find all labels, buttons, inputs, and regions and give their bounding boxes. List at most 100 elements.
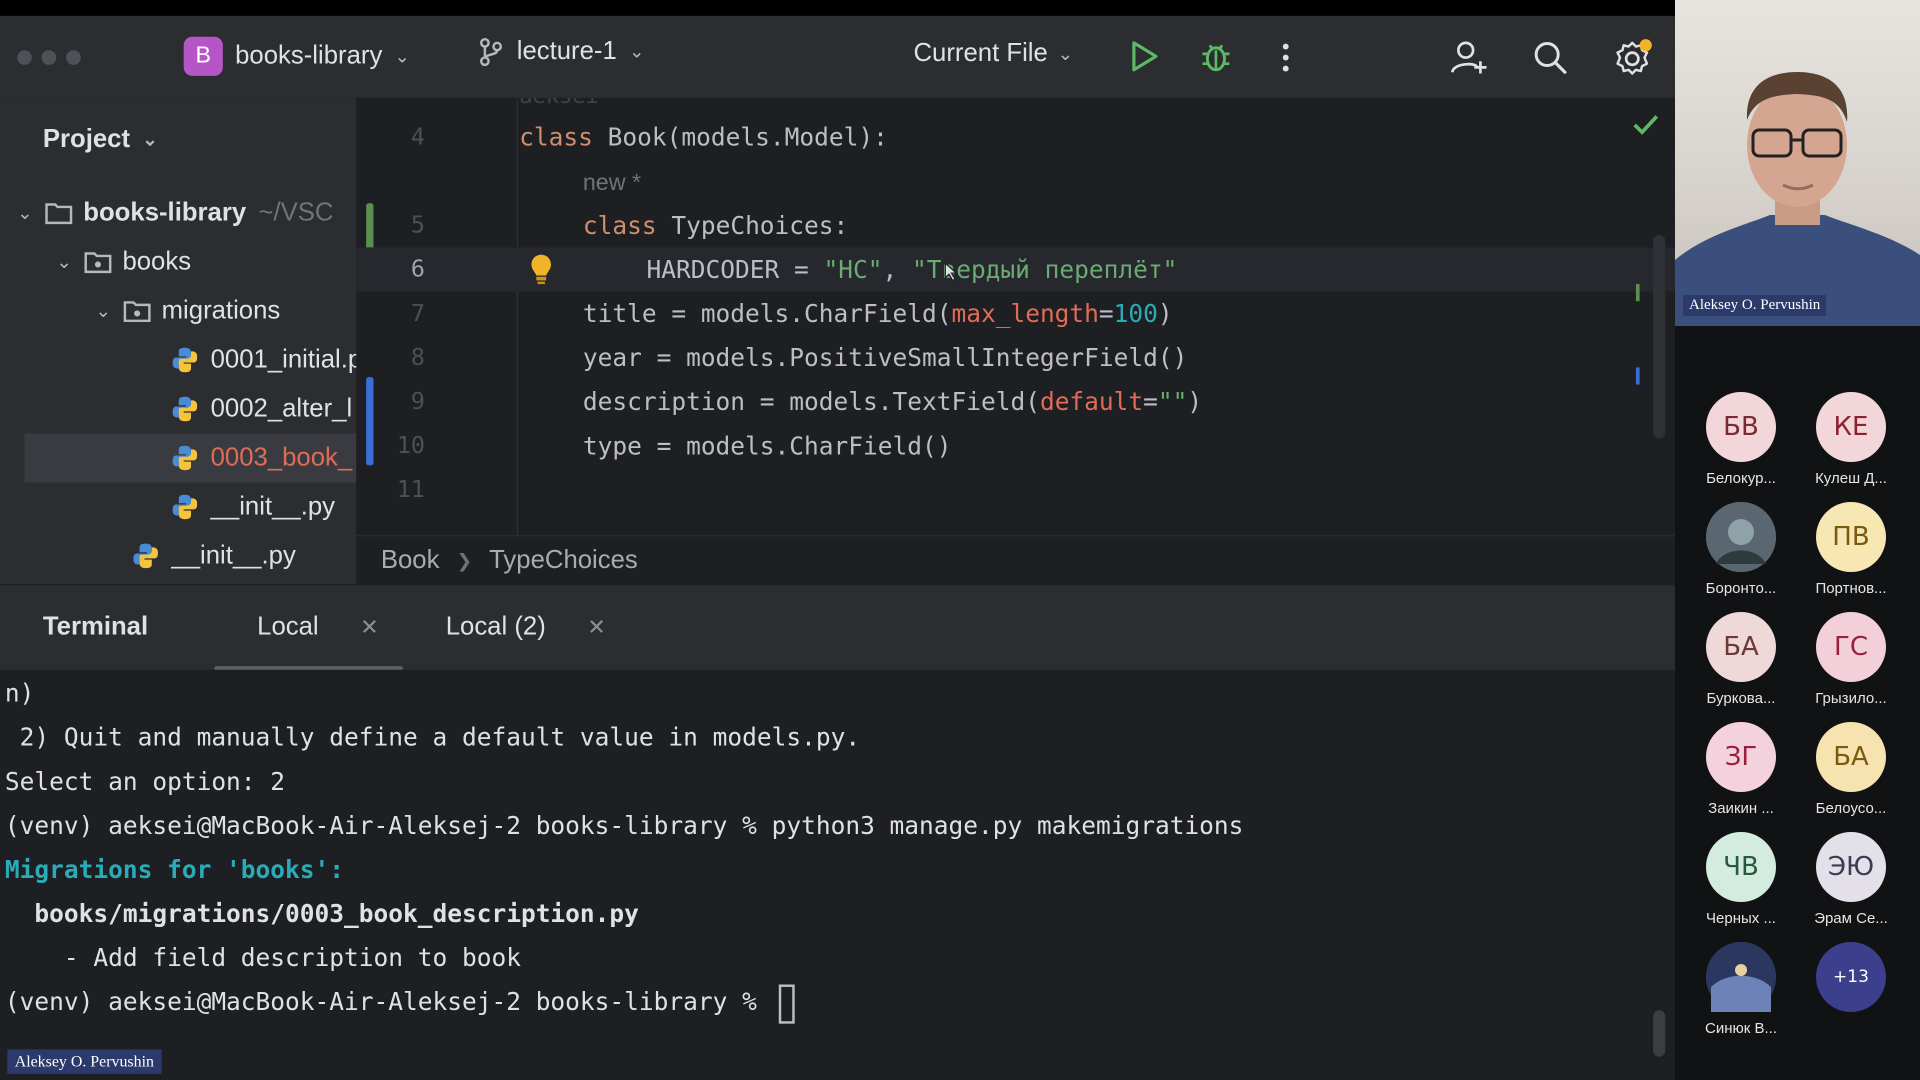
branch-name: lecture-1 bbox=[516, 36, 617, 65]
avatar: ПВ bbox=[1816, 502, 1886, 572]
run-configuration-selector[interactable]: Current File ⌄ bbox=[913, 39, 1073, 68]
participant-tile[interactable]: БВ Белокур... bbox=[1686, 392, 1796, 487]
more-participants-button[interactable]: +13 bbox=[1796, 942, 1906, 1012]
tree-item-root[interactable]: ⌄ books-library ~/VSC bbox=[17, 189, 333, 238]
title-bar: B books-library ⌄ lecture-1 ⌄ Current Fi… bbox=[0, 15, 1675, 98]
tree-item-file[interactable]: 0002_alter_l bbox=[171, 384, 352, 433]
code-number: 100 bbox=[1113, 298, 1158, 329]
code-line[interactable]: 11 bbox=[356, 468, 1675, 512]
branch-switcher[interactable]: lecture-1 ⌄ bbox=[478, 36, 644, 67]
tree-item-file[interactable]: __init__.py bbox=[171, 482, 335, 531]
participant-tile[interactable]: БА Белоусо... bbox=[1796, 722, 1906, 817]
code-line[interactable]: 7 title = models.CharField(max_length=10… bbox=[356, 291, 1675, 335]
add-user-icon bbox=[1450, 41, 1487, 74]
meeting-participants-panel: Aleksey O. Pervushin БВ Белокур... КЕ Ку… bbox=[1675, 0, 1920, 1080]
tree-item-label: books-library bbox=[83, 198, 247, 227]
lightbulb-icon[interactable] bbox=[530, 253, 552, 290]
tree-item-file[interactable]: 0001_initial.p bbox=[171, 336, 356, 385]
code-line-current[interactable]: 6 HARDCODER = "HC", "Твердый переплёт" bbox=[356, 247, 1675, 292]
participant-tile[interactable]: ЗГ Заикин ... bbox=[1686, 722, 1796, 817]
terminal-output[interactable]: n) 2) Quit and manually define a default… bbox=[0, 669, 1675, 1080]
code-line[interactable]: 9 description = models.TextField(default… bbox=[356, 380, 1675, 424]
code-with-me-button[interactable] bbox=[1450, 38, 1489, 77]
participant-name: Буркова... bbox=[1706, 690, 1776, 707]
project-view-selector[interactable]: Project ⌄ bbox=[43, 125, 158, 154]
window-controls[interactable] bbox=[17, 50, 81, 65]
tree-item-file[interactable]: __init__.py bbox=[132, 531, 296, 580]
participant-tile[interactable]: ЧВ Черных ... bbox=[1686, 832, 1796, 927]
code-line[interactable]: 4 class Book(models.Model): bbox=[356, 115, 1675, 159]
chevron-down-icon: ⌄ bbox=[394, 46, 410, 68]
participant-tile[interactable]: Боронто... bbox=[1686, 502, 1796, 597]
python-file-icon bbox=[171, 493, 203, 520]
close-icon[interactable]: ✕ bbox=[587, 614, 605, 640]
run-button[interactable] bbox=[1129, 39, 1161, 73]
line-number: 9 bbox=[410, 388, 425, 416]
code-text: ) bbox=[1157, 298, 1173, 329]
code-line[interactable]: 10 type = models.CharField() bbox=[356, 424, 1675, 468]
terminal-scrollbar[interactable] bbox=[1653, 1010, 1666, 1057]
line-number: 8 bbox=[410, 344, 425, 372]
terminal-prompt-line[interactable]: (venv) aeksei@MacBook-Air-Aleksej-2 book… bbox=[5, 980, 795, 1024]
code-line[interactable]: 8 year = models.PositiveSmallIntegerFiel… bbox=[356, 336, 1675, 380]
scroll-marker-change bbox=[1635, 284, 1640, 302]
code-text: ) bbox=[1187, 386, 1203, 417]
terminal-line: - Add field description to book bbox=[4, 942, 521, 973]
search-button[interactable] bbox=[1532, 39, 1569, 76]
code-text: , bbox=[882, 254, 912, 285]
participant-tile[interactable]: ГС Грызило... bbox=[1796, 612, 1906, 707]
breadcrumb-item[interactable]: Book bbox=[381, 546, 440, 575]
terminal-line: 2) Quit and manually define a default va… bbox=[4, 722, 861, 752]
debug-button[interactable] bbox=[1198, 38, 1235, 75]
code-text: type = models.CharField() bbox=[582, 431, 952, 461]
editor-breadcrumbs: Book ❯ TypeChoices bbox=[356, 535, 1675, 586]
close-icon[interactable]: ✕ bbox=[360, 614, 378, 640]
participant-tile[interactable]: ЭЮ Эрам Се... bbox=[1796, 832, 1906, 927]
chevron-down-icon: ⌄ bbox=[17, 203, 33, 225]
tree-item-migrations[interactable]: ⌄ migrations bbox=[96, 287, 281, 336]
code-text: TypeChoices: bbox=[656, 210, 849, 241]
speaker-video-frame bbox=[1675, 72, 1920, 326]
terminal-line: books/migrations/0003_book_description.p… bbox=[4, 898, 639, 929]
project-badge: B bbox=[183, 36, 223, 76]
participant-tile[interactable]: Синюк В... bbox=[1686, 942, 1796, 1037]
line-number: 10 bbox=[396, 432, 425, 460]
tree-item-label: books bbox=[122, 247, 192, 276]
terminal-title: Terminal bbox=[42, 612, 149, 641]
speaker-name-label: Aleksey O. Pervushin bbox=[1683, 295, 1827, 316]
participant-tile[interactable]: БА Буркова... bbox=[1686, 612, 1796, 707]
code-text: title = models.CharField( bbox=[582, 298, 952, 329]
speaker-video[interactable]: Aleksey O. Pervushin bbox=[1675, 0, 1920, 326]
editor-scrollbar[interactable] bbox=[1653, 235, 1666, 439]
project-switcher[interactable]: B books-library ⌄ bbox=[183, 36, 410, 76]
avatar: БВ bbox=[1706, 392, 1776, 462]
search-icon bbox=[1534, 42, 1567, 74]
code-editor[interactable]: aeksei 4 class Book(models.Model): new *… bbox=[356, 97, 1675, 536]
presenter-name-label: Aleksey O. Pervushin bbox=[7, 1049, 162, 1074]
tree-item-label: 0001_initial.p bbox=[210, 345, 357, 374]
code-keyword: class bbox=[519, 122, 593, 152]
breadcrumb-item[interactable]: TypeChoices bbox=[489, 546, 638, 575]
python-file-icon bbox=[171, 444, 203, 471]
participant-tile[interactable]: ПВ Портнов... bbox=[1796, 502, 1906, 597]
tab-local[interactable]: Local ✕ bbox=[257, 612, 379, 641]
tab-local-2[interactable]: Local (2) ✕ bbox=[446, 612, 606, 641]
tree-item-file-selected[interactable]: 0003_book_ bbox=[24, 433, 357, 483]
code-param: default bbox=[1039, 386, 1144, 417]
participant-tile[interactable]: КЕ Кулеш Д... bbox=[1796, 392, 1906, 487]
inspection-ok-check-icon[interactable] bbox=[1632, 113, 1659, 142]
terminal-prompt: (venv) aeksei@MacBook-Air-Aleksej-2 book… bbox=[4, 986, 772, 1017]
avatar: КЕ bbox=[1816, 392, 1886, 462]
python-file-icon bbox=[132, 542, 164, 569]
author-inlay-hint[interactable]: new * bbox=[583, 170, 641, 196]
bug-icon bbox=[1202, 44, 1230, 72]
avatar-photo bbox=[1706, 942, 1776, 1012]
tree-item-books[interactable]: ⌄ books bbox=[56, 238, 191, 287]
screen-top-strip bbox=[0, 0, 1675, 16]
more-actions-button[interactable] bbox=[1278, 40, 1293, 74]
avatar-photo bbox=[1706, 502, 1776, 572]
code-line[interactable]: 5 class TypeChoices: bbox=[356, 203, 1675, 247]
settings-button[interactable] bbox=[1613, 37, 1655, 79]
participant-name: Белокур... bbox=[1706, 470, 1776, 487]
tree-item-label: 0003_book_ bbox=[210, 443, 353, 472]
